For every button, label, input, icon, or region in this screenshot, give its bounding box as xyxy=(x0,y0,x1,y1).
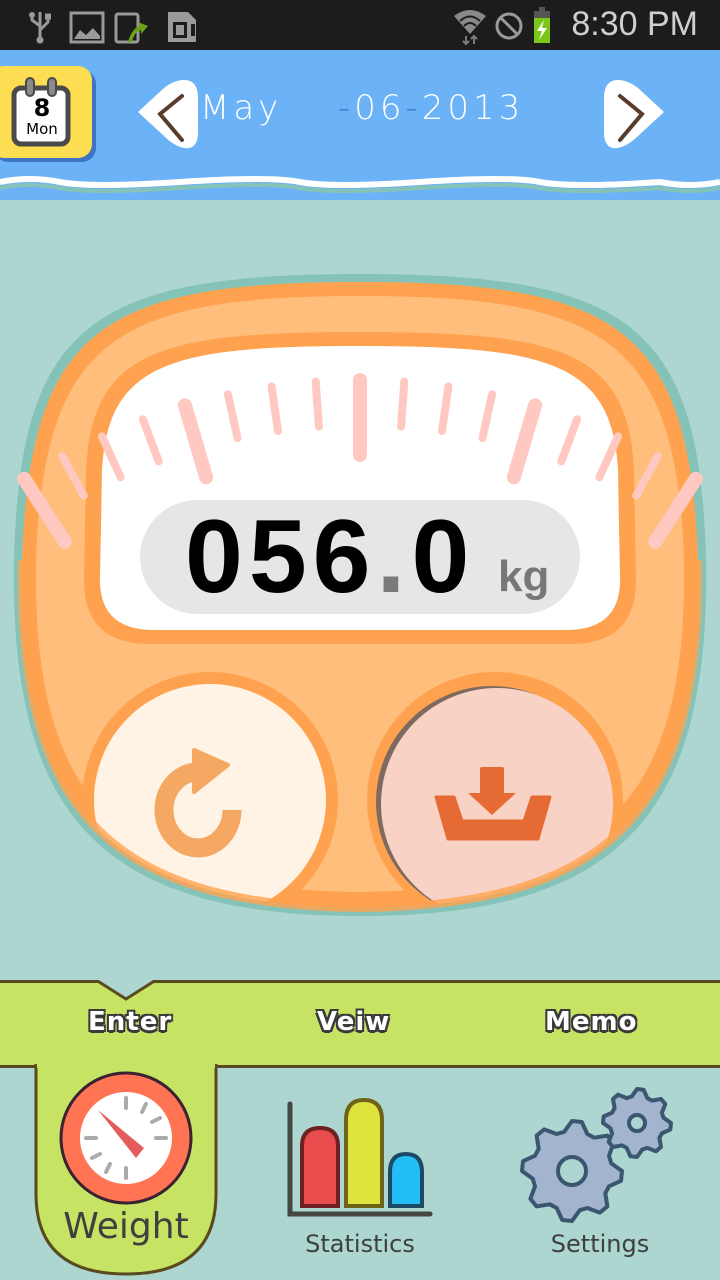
tab-view[interactable]: Veiw xyxy=(317,1007,390,1037)
chevron-right-icon xyxy=(604,80,664,149)
weight-decimal-point: . xyxy=(376,499,412,615)
date-separator: - xyxy=(405,88,422,128)
calendar-button[interactable]: 8 Mon xyxy=(0,66,92,158)
tab-memo[interactable]: Memo xyxy=(545,1007,637,1037)
save-button[interactable] xyxy=(382,685,617,905)
gears-icon xyxy=(520,1087,673,1223)
weight-fraction: 0 xyxy=(411,499,476,615)
status-bar: 8:30 PM xyxy=(0,0,720,50)
download-tray-icon xyxy=(434,767,552,841)
weight-integer: 056 xyxy=(185,499,377,615)
date-month: May xyxy=(200,88,283,128)
date-display: May -06-2013 xyxy=(200,88,600,138)
no-sign-icon xyxy=(495,12,523,40)
weight-unit: kg xyxy=(498,552,550,601)
gear-hole xyxy=(627,1113,647,1133)
nav-statistics[interactable]: Statistics xyxy=(280,1090,440,1270)
chevron-left-icon xyxy=(138,80,198,149)
nav-settings-label: Settings xyxy=(550,1230,650,1258)
nav-statistics-label: Statistics xyxy=(305,1230,415,1258)
date-day: 06 xyxy=(354,88,406,128)
sd-card-icon xyxy=(168,12,196,42)
scale-tick xyxy=(397,377,409,431)
bar-chart-icon xyxy=(287,1097,433,1217)
weight-value: 056.0 xyxy=(185,498,475,617)
nav-weight[interactable]: Weight xyxy=(34,1064,218,1276)
clock: 8:30 PM xyxy=(571,5,698,43)
prev-date-button[interactable] xyxy=(134,78,198,150)
date-year: 2013 xyxy=(421,88,525,128)
header-wave-divider xyxy=(0,168,720,193)
calendar-weekday: Mon xyxy=(26,120,58,138)
date-separator: - xyxy=(337,88,355,128)
calendar-day: 8 xyxy=(33,94,51,122)
wifi-icon xyxy=(454,10,486,46)
usb-icon xyxy=(29,12,51,44)
image-icon xyxy=(69,11,105,44)
status-left-icons xyxy=(29,11,196,44)
battery-charging-icon xyxy=(534,7,550,43)
nav-weight-label: Weight xyxy=(63,1206,189,1247)
reset-button[interactable] xyxy=(95,685,330,905)
redo-icon xyxy=(154,748,242,858)
gear-hole xyxy=(556,1155,588,1187)
gauge-icon xyxy=(59,1071,193,1205)
status-right-icons xyxy=(454,7,550,46)
phone-upload-icon xyxy=(114,12,148,44)
next-date-button[interactable] xyxy=(604,78,668,150)
tab-enter[interactable]: Enter xyxy=(88,1007,172,1037)
nav-settings[interactable]: Settings xyxy=(510,1085,690,1270)
scale-tick xyxy=(311,377,323,431)
active-tab-indicator xyxy=(96,977,156,1001)
